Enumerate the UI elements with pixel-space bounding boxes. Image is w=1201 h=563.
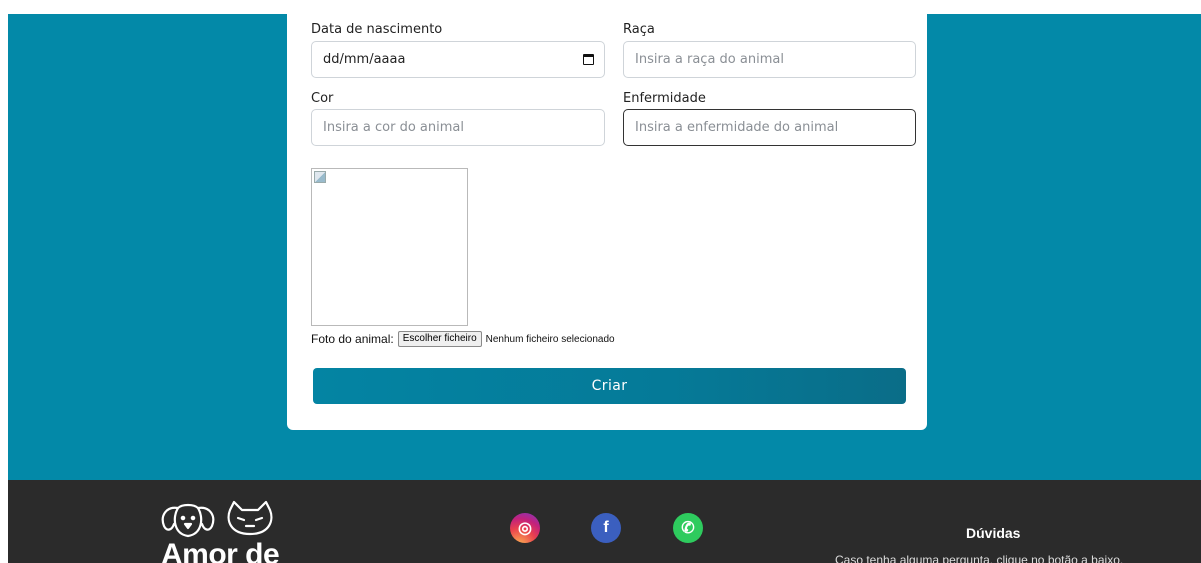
photo-file-input: Foto do animal: Escolher ficheiro Nenhum…: [311, 330, 615, 348]
create-button[interactable]: Criar: [313, 368, 906, 404]
illness-input[interactable]: Insira a enfermidade do animal: [623, 109, 916, 146]
facebook-icon[interactable]: f: [591, 513, 621, 543]
illness-placeholder: Insira a enfermidade do animal: [635, 120, 839, 135]
birth-date-value: dd/mm/aaaa: [323, 52, 406, 67]
help-text: Caso tenha alguma pergunta, clique no bo…: [835, 553, 1124, 563]
photo-label: Foto do animal:: [311, 332, 394, 346]
breed-label: Raça: [623, 22, 655, 37]
choose-file-button[interactable]: Escolher ficheiro: [397, 331, 482, 347]
color-label: Cor: [311, 91, 334, 106]
breed-placeholder: Insira a raça do animal: [635, 52, 784, 67]
illness-label: Enfermidade: [623, 91, 706, 106]
help-title: Dúvidas: [966, 525, 1021, 541]
file-status-text: Nenhum ficheiro selecionado: [485, 333, 615, 345]
color-placeholder: Insira a cor do animal: [323, 120, 464, 135]
instagram-icon[interactable]: ◎: [510, 513, 540, 543]
broken-image-icon: [314, 171, 326, 183]
logo-text: Amor de: [161, 538, 280, 563]
birth-date-input[interactable]: dd/mm/aaaa: [311, 41, 605, 78]
whatsapp-icon[interactable]: ✆: [673, 513, 703, 543]
birth-date-label: Data de nascimento: [311, 22, 443, 37]
calendar-icon[interactable]: [583, 54, 594, 65]
animal-photo-preview: [311, 168, 468, 326]
breed-input[interactable]: Insira a raça do animal: [623, 41, 916, 78]
dog-cat-logo-icon: [161, 500, 273, 538]
color-input[interactable]: Insira a cor do animal: [311, 109, 605, 146]
